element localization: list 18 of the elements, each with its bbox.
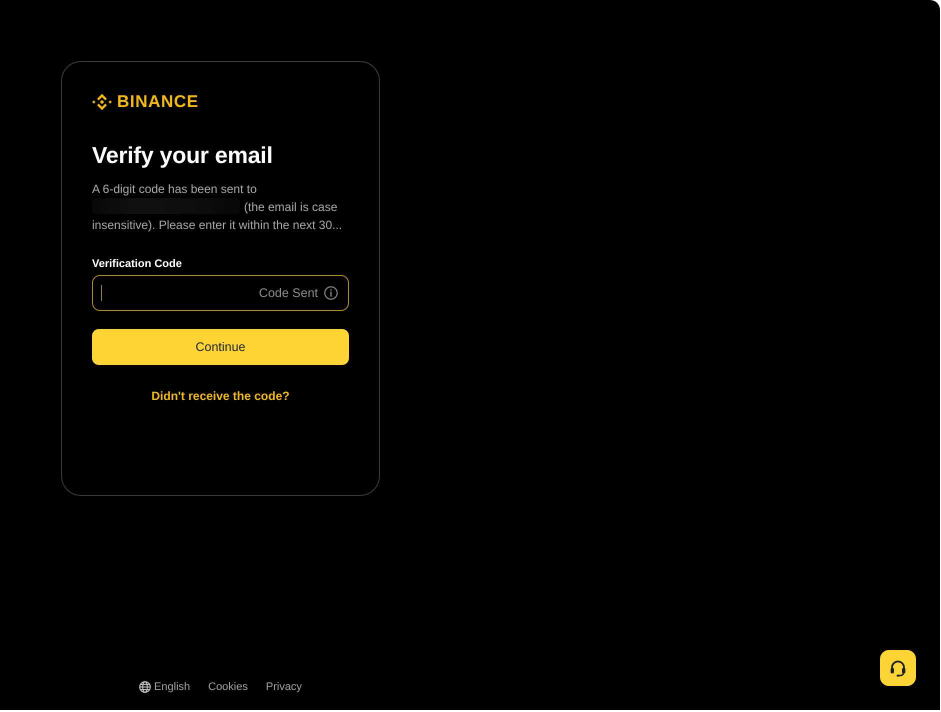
info-icon: [324, 286, 338, 300]
globe-icon: [139, 681, 152, 693]
resend-code-link[interactable]: Didn't receive the code?: [151, 387, 290, 405]
text-cursor-icon: [101, 285, 102, 301]
footer-link[interactable]: Cookies: [208, 680, 248, 694]
logo-icon: [92, 92, 112, 112]
page-title: Verify your email: [92, 141, 274, 170]
code-status-text: Code Sent: [258, 284, 318, 302]
logo-text: BINANCE: [117, 92, 199, 112]
field-label: Verification Code: [92, 257, 183, 272]
support-button[interactable]: [880, 650, 916, 686]
description-text: (the email is case insensitive). Please enter it within the next 30...: [92, 200, 342, 232]
continue-button[interactable]: Continue: [92, 329, 349, 365]
description-text: A 6-digit code has been sent to: [92, 182, 257, 196]
language-link[interactable]: English: [154, 680, 190, 694]
headset-icon: [888, 658, 908, 678]
verification-code-field[interactable]: Code Sent: [92, 275, 349, 311]
footer-link[interactable]: Privacy: [266, 680, 302, 694]
